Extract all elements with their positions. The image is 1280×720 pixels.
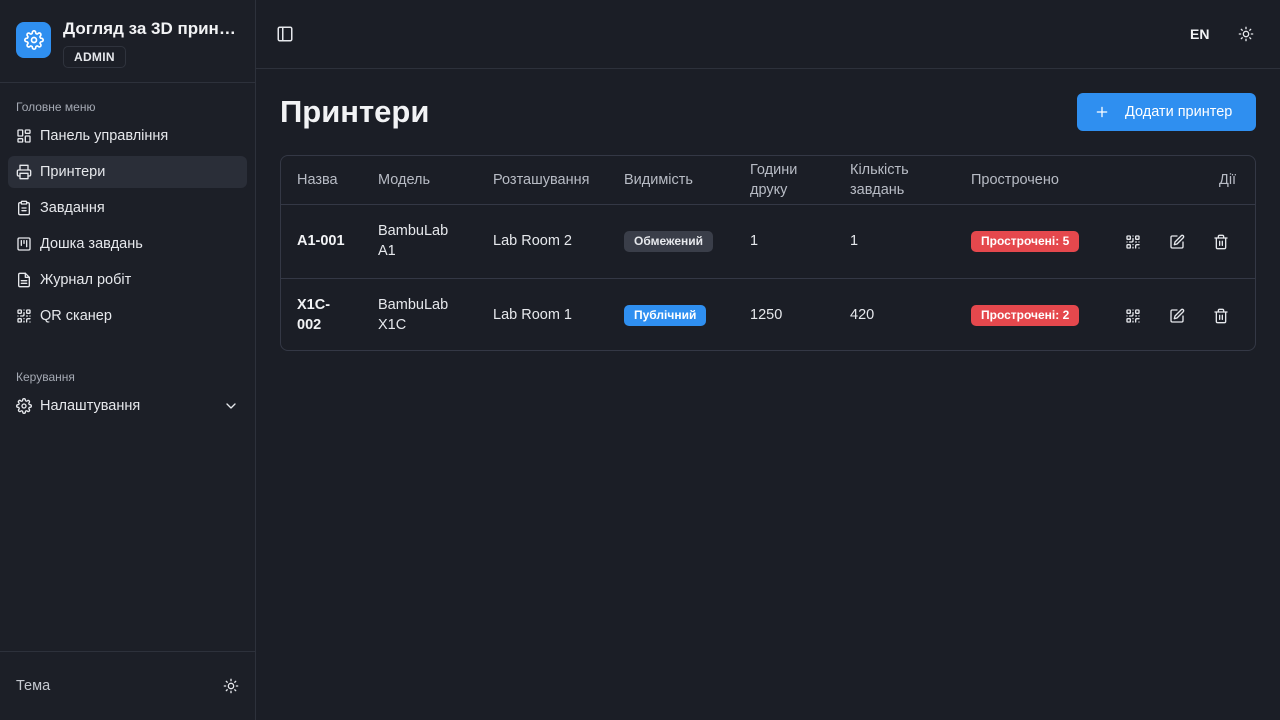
sun-icon[interactable] xyxy=(223,678,239,694)
app-title: Догляд за 3D принт… xyxy=(63,19,239,38)
chevron-down-icon[interactable] xyxy=(223,398,239,414)
column-model[interactable]: Модель xyxy=(378,170,430,190)
sidebar-item-worklog[interactable]: Журнал робіт xyxy=(8,264,247,296)
printers-table: Назва Модель Розташування Видимість Годи… xyxy=(280,155,1256,351)
table-row[interactable]: A1-001 BambuLab A1 Lab Room 2 Обмежений … xyxy=(281,205,1255,278)
column-print-hours-line2: друку xyxy=(750,182,788,198)
qr-code-icon[interactable] xyxy=(1125,308,1141,324)
column-name[interactable]: Назва xyxy=(297,170,338,190)
add-printer-button[interactable]: Додати принтер xyxy=(1077,93,1256,131)
overdue-badge[interactable]: Прострочені: 2 xyxy=(971,305,1080,326)
table-header: Назва Модель Розташування Видимість Годи… xyxy=(281,156,1255,205)
table-row[interactable]: X1C- 002 BambuLab X1C Lab Room 1 Публічн… xyxy=(281,278,1255,351)
printer-name: A1-001 xyxy=(297,231,345,251)
sidebar-item-settings[interactable]: Налаштування xyxy=(8,390,247,422)
sidebar-item-dashboard[interactable]: Панель управління xyxy=(8,120,247,152)
sidebar-item-label: Завдання xyxy=(40,200,105,216)
sidebar-item-label: QR сканер xyxy=(40,308,112,324)
printer-location: Lab Room 1 xyxy=(493,307,572,323)
edit-icon[interactable] xyxy=(1169,234,1185,250)
sidebar-item-qr-scanner[interactable]: QR сканер xyxy=(8,300,247,332)
printer-location: Lab Room 2 xyxy=(493,233,572,249)
language-switch-button[interactable]: EN xyxy=(1190,24,1209,44)
column-actions: Дії xyxy=(1219,172,1237,188)
column-print-hours[interactable]: Години друку xyxy=(750,160,797,200)
role-badge: ADMIN xyxy=(63,46,126,68)
printer-name-line2: 002 xyxy=(297,317,322,333)
gear-icon[interactable] xyxy=(16,22,51,58)
print-hours: 1 xyxy=(750,233,759,249)
overdue-badge[interactable]: Прострочені: 5 xyxy=(971,231,1080,252)
manage-label: Керування xyxy=(16,370,75,384)
clipboard-icon xyxy=(16,200,32,216)
visibility-badge: Публічний xyxy=(624,305,707,326)
column-overdue[interactable]: Прострочено xyxy=(971,170,1059,190)
sidebar-toggle-icon[interactable] xyxy=(276,25,294,43)
qr-code-icon[interactable] xyxy=(1125,234,1141,250)
printer-name-line1: A1-001 xyxy=(297,233,345,249)
trash-icon[interactable] xyxy=(1213,308,1229,324)
visibility-badge: Обмежений xyxy=(624,231,714,252)
theme-label: Тема xyxy=(16,678,51,694)
add-printer-label: Додати принтер xyxy=(1125,104,1233,120)
sidebar-item-tasks[interactable]: Завдання xyxy=(8,192,247,224)
dashboard-icon xyxy=(16,128,32,144)
sidebar-item-label: Журнал робіт xyxy=(40,272,132,288)
sidebar-item-label: Панель управління xyxy=(40,128,169,144)
printer-model: BambuLab A1 xyxy=(378,221,448,261)
brand-header: Догляд за 3D принт… ADMIN xyxy=(0,0,255,83)
settings-icon xyxy=(16,398,32,414)
printer-model-line2: X1C xyxy=(378,317,407,333)
column-task-count-line1: Кількість xyxy=(850,162,909,178)
printer-model-line2: A1 xyxy=(378,243,396,259)
sidebar-footer: Тема xyxy=(0,651,255,720)
column-task-count[interactable]: Кількість завдань xyxy=(850,160,909,200)
main-menu-label: Головне меню xyxy=(16,100,96,114)
file-text-icon xyxy=(16,272,32,288)
print-hours: 1250 xyxy=(750,307,783,323)
column-print-hours-line1: Години xyxy=(750,162,798,178)
printer-model-line1: BambuLab xyxy=(378,223,449,239)
sidebar-item-label: Налаштування xyxy=(40,398,141,414)
sidebar: Догляд за 3D принт… ADMIN Головне меню П… xyxy=(0,0,256,720)
trash-icon[interactable] xyxy=(1213,234,1229,250)
column-visibility[interactable]: Видимість xyxy=(624,170,693,190)
sun-icon[interactable] xyxy=(1238,26,1254,42)
printer-model: BambuLab X1C xyxy=(378,295,448,335)
task-count: 1 xyxy=(850,233,859,249)
topbar: EN xyxy=(256,0,1280,69)
plus-icon xyxy=(1095,105,1109,119)
column-location[interactable]: Розташування xyxy=(493,170,589,190)
sidebar-item-label: Принтери xyxy=(40,164,106,180)
printer-name-line1: X1C- xyxy=(297,297,331,313)
edit-icon[interactable] xyxy=(1169,308,1185,324)
qr-code-icon xyxy=(16,308,32,324)
printer-model-line1: BambuLab xyxy=(378,297,449,313)
sidebar-item-label: Дошка завдань xyxy=(40,236,143,252)
printer-icon xyxy=(16,164,32,180)
printer-name: X1C- 002 xyxy=(297,295,330,335)
page-title: Принтери xyxy=(280,94,430,129)
task-count: 420 xyxy=(850,307,875,323)
column-task-count-line2: завдань xyxy=(850,182,905,198)
sidebar-item-board[interactable]: Дошка завдань xyxy=(8,228,247,260)
kanban-icon xyxy=(16,236,32,252)
sidebar-item-printers[interactable]: Принтери xyxy=(8,156,247,188)
